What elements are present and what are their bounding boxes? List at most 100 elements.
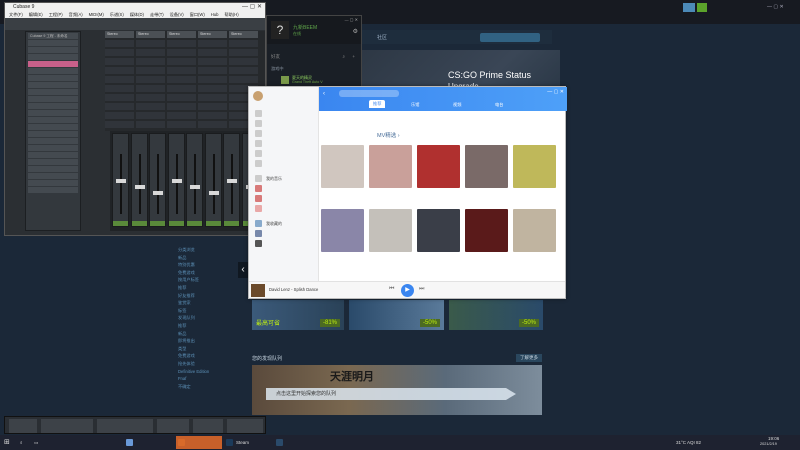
cubase-menu-item[interactable]: 设备(V): [170, 12, 184, 17]
inspector-row[interactable]: [28, 131, 78, 137]
track-area[interactable]: Stereo Stereo Stereo Stereo Stereo: [105, 31, 265, 131]
search-icon[interactable]: ⌕: [20, 436, 23, 449]
inspector-row[interactable]: [28, 103, 78, 109]
prev-track-icon[interactable]: ⏮: [389, 286, 394, 293]
fader-handle[interactable]: [116, 179, 126, 183]
store-menu-link[interactable]: 免费游戏: [178, 352, 209, 360]
window-controls[interactable]: — ▢ ✕: [547, 89, 564, 95]
cubase-menu-item[interactable]: 走带(T): [150, 12, 164, 17]
inspector-row[interactable]: [28, 138, 78, 144]
inspector-row[interactable]: [28, 54, 78, 60]
mv-thumbnail[interactable]: [321, 209, 364, 252]
inspector-row[interactable]: [28, 89, 78, 95]
transport-section[interactable]: [97, 419, 153, 433]
album-cover[interactable]: [251, 284, 265, 297]
inspector-row[interactable]: [28, 187, 78, 193]
mv-card[interactable]: [513, 209, 556, 256]
store-menu-link[interactable]: Definitive Edition: [178, 368, 209, 376]
sidebar-item[interactable]: [252, 139, 315, 148]
notification-badge[interactable]: [683, 3, 695, 12]
avatar[interactable]: [281, 76, 289, 84]
inspector-row[interactable]: [28, 152, 78, 158]
transport-section[interactable]: [41, 419, 93, 433]
sidebar-item[interactable]: [252, 184, 315, 193]
store-menu-link[interactable]: 即将推出: [178, 337, 209, 345]
inspector-row[interactable]: [28, 124, 78, 130]
channel-label[interactable]: [150, 221, 165, 226]
store-menu-link[interactable]: 推荐: [178, 284, 209, 292]
inspector-row[interactable]: [28, 75, 78, 81]
inspector-row[interactable]: Cubase 9 工程 - 未命名: [28, 33, 78, 39]
mv-thumbnail[interactable]: [417, 209, 460, 252]
store-menu-link[interactable]: 特别优惠: [178, 261, 209, 269]
store-menu-link[interactable]: 分类浏览: [178, 246, 209, 254]
track-header[interactable]: Stereo: [167, 31, 196, 38]
avatar[interactable]: ?: [271, 21, 289, 39]
channel-label[interactable]: [113, 221, 128, 226]
inspector-row[interactable]: [28, 68, 78, 74]
store-menu-link[interactable]: Fnaf: [178, 375, 209, 383]
fader-handle[interactable]: [153, 191, 163, 195]
inspector-row[interactable]: [28, 82, 78, 88]
cubase-menu-item[interactable]: 工程(P): [49, 12, 63, 17]
sidebar-item[interactable]: [252, 159, 315, 168]
cubase-menu-item[interactable]: 乐谱(S): [110, 12, 124, 17]
mv-card[interactable]: [369, 145, 412, 192]
now-playing-song[interactable]: David Lenz - Splish Dance: [269, 287, 318, 292]
channel-label[interactable]: [168, 221, 184, 226]
next-track-icon[interactable]: ⏭: [419, 286, 424, 293]
cubase-menu-item[interactable]: 帮助(H): [224, 12, 238, 17]
weather-status[interactable]: 31°C AQI 82: [676, 436, 701, 449]
taskbar-app[interactable]: [176, 436, 222, 449]
sale-card[interactable]: -50%: [449, 300, 543, 330]
add-friend-icon[interactable]: +: [352, 54, 355, 59]
store-menu-link[interactable]: 抢先体验: [178, 360, 209, 368]
mv-thumbnail[interactable]: [417, 145, 460, 188]
fader-handle[interactable]: [208, 191, 219, 195]
transport-section[interactable]: [157, 419, 189, 433]
windows-start-icon[interactable]: ⊞: [4, 436, 10, 449]
friend-item[interactable]: 夏天的精灵 Grand Theft Auto V: [269, 75, 359, 85]
store-menu-link[interactable]: 新品: [178, 254, 209, 262]
mv-thumbnail[interactable]: [513, 145, 556, 188]
store-menu-link[interactable]: 标签: [178, 307, 209, 315]
store-menu-link[interactable]: 鉴赏家: [178, 299, 209, 307]
inspector-row[interactable]: [28, 96, 78, 102]
cubase-menu-item[interactable]: 文件(F): [9, 12, 23, 17]
mv-card[interactable]: [417, 145, 460, 192]
green-badge[interactable]: [697, 3, 707, 12]
sidebar-item[interactable]: [252, 109, 315, 118]
store-menu-link[interactable]: 按用户标签: [178, 276, 209, 284]
transport-section[interactable]: [9, 419, 37, 433]
cubase-titlebar[interactable]: Cubase 9 — ▢ ✕: [5, 3, 265, 11]
learn-more-button[interactable]: 了解更多: [516, 354, 542, 362]
sale-card[interactable]: -50%: [349, 300, 444, 330]
mv-thumbnail[interactable]: [369, 209, 412, 252]
transport-section[interactable]: [227, 419, 263, 433]
tab-3[interactable]: 视频: [453, 102, 461, 108]
carousel-left-arrow-icon[interactable]: ‹: [238, 262, 248, 278]
mv-thumbnail[interactable]: [369, 145, 412, 188]
sidebar-item[interactable]: 我收藏的: [252, 219, 315, 228]
transport-section[interactable]: [193, 419, 223, 433]
search-icon[interactable]: ⌕: [342, 54, 345, 59]
inspector-row[interactable]: [28, 145, 78, 151]
fader-handle[interactable]: [171, 179, 182, 183]
inspector-row[interactable]: [28, 61, 78, 67]
mv-card[interactable]: [369, 209, 412, 256]
taskbar-app[interactable]: Steam: [224, 436, 270, 449]
store-menu-link[interactable]: 不确定: [178, 383, 209, 391]
sidebar-item[interactable]: [252, 239, 315, 248]
mv-card[interactable]: [321, 209, 364, 256]
clock-date[interactable]: 2021/2/19: [760, 438, 777, 450]
track-header[interactable]: Stereo: [105, 31, 134, 38]
music-search-input[interactable]: [339, 90, 399, 97]
cubase-menu-item[interactable]: 音频(A): [69, 12, 83, 17]
store-nav-community[interactable]: 社区: [377, 34, 387, 41]
inspector-row[interactable]: [28, 47, 78, 53]
mv-card[interactable]: [417, 209, 460, 256]
back-icon[interactable]: ‹: [323, 91, 325, 97]
track-header[interactable]: Stereo: [136, 31, 165, 38]
sidebar-item[interactable]: [252, 229, 315, 238]
tab-2[interactable]: 乐馆: [411, 102, 419, 108]
